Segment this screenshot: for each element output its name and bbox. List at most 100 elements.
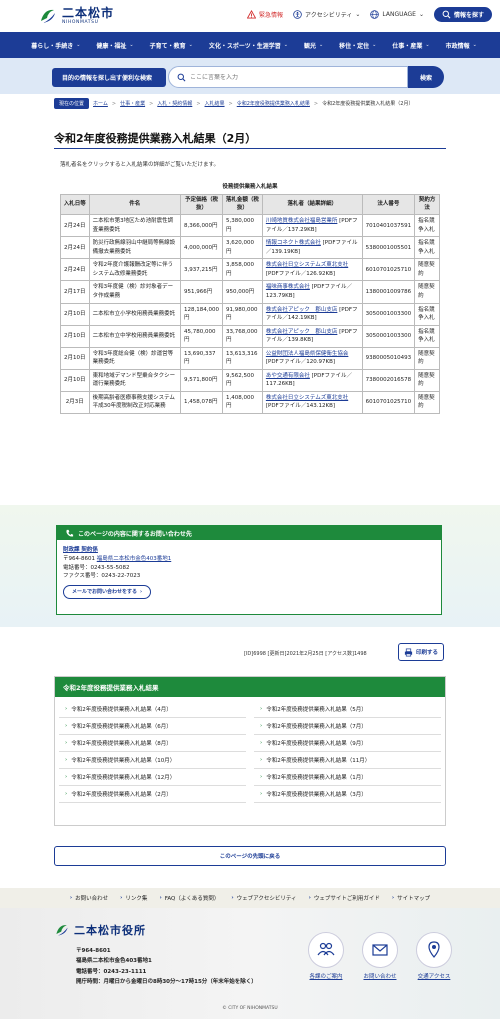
winner-link[interactable]: あや交通有限会社 (266, 373, 310, 379)
gnav-item-health[interactable]: 健康・福祉 ⌄ (88, 32, 141, 58)
copyright: © CITY OF NIHONMATSU (222, 1006, 278, 1011)
chevron-right-icon: › (260, 740, 263, 746)
footer-link[interactable]: › ウェブサイトご利用ガイド (309, 894, 380, 902)
info-search-button[interactable]: 情報を探す (433, 7, 492, 22)
chevron-down-icon: ⌄ (76, 42, 81, 48)
cell-corp-no: 3050001003300 (361, 324, 416, 348)
cell-winner: 株式会社日立システムズ東北支社 [PDFファイル／126.92KB] (261, 258, 363, 282)
related-link[interactable]: › 令和2年度役務提供業務入札結果（6月） (59, 718, 246, 735)
footer-links: › お問い合わせ › リンク集 › FAQ（よくある質問） › ウェブアクセシビリティ › ウェブ… (0, 888, 500, 908)
breadcrumb-separator: > (149, 100, 154, 107)
gnav-item-industry[interactable]: 仕事・産業 ⌄ (384, 32, 437, 58)
cell-estimate: 128,184,000円 (180, 302, 223, 326)
gnav-item-culture[interactable]: 文化・スポーツ・生涯学習 ⌄ (201, 32, 296, 58)
contact-dept-link[interactable]: 財政課 契約係 (63, 547, 98, 553)
language-link[interactable]: LANGUAGE ⌄ (370, 10, 424, 19)
chevron-right-icon: › (260, 791, 263, 797)
chevron-right-icon: › (231, 895, 234, 901)
table-row: 2月24日 二本松市第3地区ため池耐震性調査業務委託 8,366,000円 5,380… (60, 214, 440, 238)
related-link[interactable]: › 令和2年度役務提供業務入札結果（2月） (59, 786, 246, 803)
search-button[interactable]: 検索 (408, 66, 444, 88)
breadcrumb-fy-results[interactable]: 令和2年度役務提供業務入札結果 (237, 100, 310, 107)
cell-estimate: 9,571,800円 (180, 368, 223, 392)
cell-name: 令和3年度総合健（検）診運営等業務委託 (88, 346, 182, 370)
table-row: 2月10日 二本松市立小学校用務員業務委託 128,184,000円 91,980,0… (60, 302, 440, 326)
global-nav: 暮らし・手続き ⌄ 健康・福祉 ⌄ 子育て・教育 ⌄ 文化・スポーツ・生涯学習 ⌄ 観光… (0, 32, 500, 58)
breadcrumb-industry[interactable]: 仕事・産業 (120, 100, 145, 107)
footer-access-link[interactable]: 交通アクセス (414, 932, 454, 980)
chevron-down-icon: ⌄ (472, 42, 477, 48)
search-input[interactable] (190, 73, 390, 81)
chevron-down-icon: ⌄ (425, 42, 430, 48)
related-link[interactable]: › 令和2年度役務提供業務入札結果（8月） (59, 735, 246, 752)
footer-hours: 月曜日から金曜日の8時30分～17時15分（年末年始を除く） (103, 979, 257, 986)
cell-corp-no: 7010401037591 (361, 214, 416, 238)
col-header-estimate: 予定価格（税抜） (180, 193, 223, 216)
winner-link[interactable]: 株式会社アピック 郡山支店 (266, 329, 338, 335)
cell-date: 2月10日 (60, 302, 90, 326)
footer-link[interactable]: › リンク集 (120, 894, 147, 902)
cell-corp-no: 7380002016578 (361, 368, 416, 392)
cell-name: 後期高齢者医療事務支援システム平成30年度税制改正対応業務 (88, 390, 182, 414)
related-link[interactable]: › 令和2年度役務提供業務入札結果（9月） (254, 735, 441, 752)
emergency-info-link[interactable]: 緊急情報 (247, 10, 283, 19)
back-to-top-button[interactable]: このページの先頭に戻る (54, 846, 446, 866)
breadcrumb-home[interactable]: ホーム (93, 100, 108, 107)
page-title: 令和2年度役務提供業務入札結果（2月） (54, 132, 257, 145)
cell-winner: あや交通有限会社 [PDFファイル／117.26KB] (261, 368, 363, 392)
related-link[interactable]: › 令和2年度役務提供業務入札結果（11月） (254, 752, 441, 769)
cell-date: 2月3日 (60, 390, 90, 414)
related-link[interactable]: › 令和2年度役務提供業務入札結果（7月） (254, 718, 441, 735)
winner-link[interactable]: 株式会社日立システムズ東北支社 (266, 395, 348, 401)
contact-section: このページの内容に関するお問い合わせ先 財政課 契約係 〒964-8601 福島… (0, 505, 500, 627)
cell-corp-no: 9380005010493 (361, 346, 416, 370)
logo-subtitle: NIHONMATSU (62, 19, 99, 25)
gnav-item-life[interactable]: 暮らし・手続き ⌄ (23, 32, 88, 58)
cell-bid: 9,562,500円 (222, 368, 263, 392)
related-link[interactable]: › 令和2年度役務提供業務入札結果（4月） (59, 701, 246, 718)
cell-method: 随意契約 (414, 346, 440, 370)
contact-fax: ファクス番号：0243-22-7023 (63, 573, 141, 580)
winner-link[interactable]: 公益財団法人福島県保健衛生協会 (266, 351, 349, 357)
footer-link[interactable]: › FAQ（よくある質問） (159, 894, 219, 902)
chevron-right-icon: › (260, 706, 263, 712)
footer-link[interactable]: › ウェブアクセシビリティ (231, 894, 296, 902)
related-link[interactable]: › 令和2年度役務提供業務入札結果（12月） (59, 769, 246, 786)
cell-name: 防災行政無線羽山中継局等無線設備撤去業務委託 (88, 236, 182, 260)
contact-postal: 〒964-8601 (63, 555, 95, 562)
printer-icon (404, 648, 413, 656)
footer-link[interactable]: › サイトマップ (392, 894, 430, 902)
related-link[interactable]: › 令和2年度役務提供業務入札結果（3月） (254, 786, 441, 803)
gnav-item-relocation[interactable]: 移住・定住 ⌄ (331, 32, 384, 58)
accessibility-link[interactable]: アクセシビリティ ⌄ (293, 10, 360, 19)
winner-link[interactable]: 株式会社日立システムズ東北支社 (266, 262, 348, 268)
city-emblem-icon (56, 925, 68, 936)
winner-link[interactable]: 株式会社アピック 郡山支店 (266, 307, 338, 313)
site-logo[interactable]: 二本松市 NIHONMATSU (38, 6, 114, 26)
footer-contact-link[interactable]: お問い合わせ (360, 932, 400, 980)
footer-dept-guide-link[interactable]: 各課のご案内 (306, 932, 346, 980)
cell-winner: 福味商事株式会社 [PDFファイル／123.79KB] (261, 280, 363, 304)
chevron-right-icon: › (260, 774, 263, 780)
mail-contact-button[interactable]: メールでお問い合わせをする › (63, 585, 152, 600)
breadcrumb-bidding[interactable]: 入札・契約情報 (157, 100, 192, 107)
cell-winner: 株式会社アピック 郡山支店 [PDFファイル／142.19KB] (261, 302, 363, 326)
print-button[interactable]: 印刷する (398, 643, 444, 661)
gnav-item-childcare[interactable]: 子育て・教育 ⌄ (142, 32, 201, 58)
gnav-item-citygov[interactable]: 市政情報 ⌄ (438, 32, 485, 58)
footer-link[interactable]: › お問い合わせ (70, 894, 108, 902)
winner-link[interactable]: 川崎地質株式会社福島営業所 (266, 218, 338, 224)
contact-address-link[interactable]: 福島県二本松市金色403番地1 (97, 556, 172, 562)
pdf-file-info: [PDFファイル／143.12KB] (265, 403, 335, 410)
winner-link[interactable]: 福味商事株式会社 (266, 284, 310, 290)
related-link[interactable]: › 令和2年度役務提供業務入札結果（5月） (254, 701, 441, 718)
chevron-right-icon: › (65, 740, 68, 746)
cell-date: 2月24日 (60, 236, 90, 260)
site-header: 二本松市 NIHONMATSU 緊急情報 アクセシビリティ ⌄ LANGUAGE… (0, 0, 500, 32)
winner-link[interactable]: 情報コネクト株式会社 (266, 240, 321, 246)
gnav-item-tourism[interactable]: 観光 ⌄ (296, 32, 331, 58)
related-link[interactable]: › 令和2年度役務提供業務入札結果（1月） (254, 769, 441, 786)
table-row: 2月24日 防災行政無線羽山中継局等無線設備撤去業務委託 4,000,000円 3,6… (60, 236, 440, 260)
related-link[interactable]: › 令和2年度役務提供業務入札結果（10月） (59, 752, 246, 769)
breadcrumb-results[interactable]: 入札結果 (205, 100, 225, 107)
